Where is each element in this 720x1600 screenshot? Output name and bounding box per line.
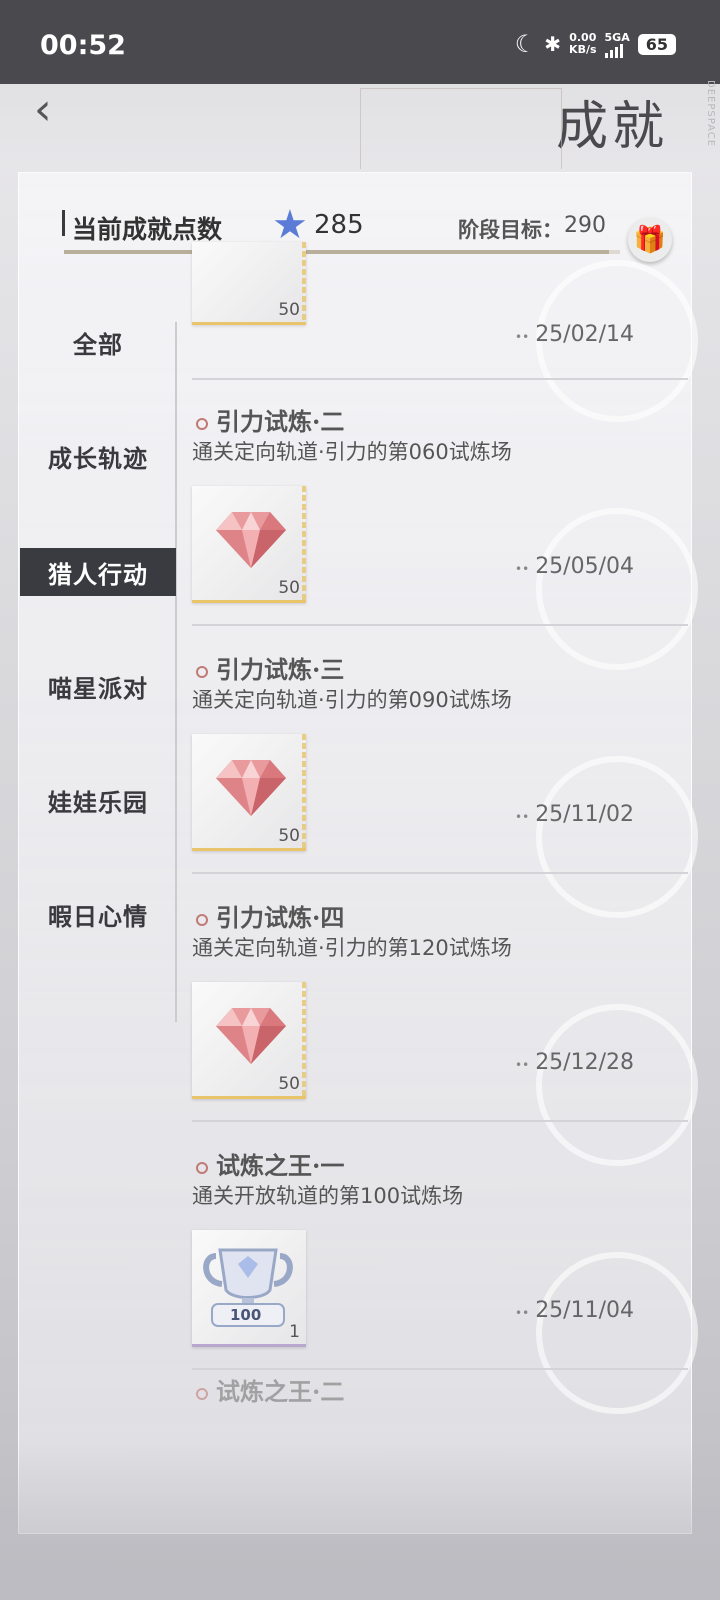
signal-bars-icon [604, 43, 623, 58]
achievement-item: 引力试炼·二 通关定向轨道·引力的第060试炼场 50 •• 25/05/04 [192, 378, 698, 670]
sidebar-item-all[interactable]: 全部 [20, 320, 176, 364]
reward-item[interactable]: 50 [192, 242, 306, 325]
achievement-item: 试炼之王·一 通关开放轨道的第100试炼场 100 1 •• 25/11/04 [192, 1122, 698, 1414]
reward-item[interactable]: 50 [192, 982, 306, 1099]
achievement-title: 引力试炼·三 [196, 650, 344, 685]
achievement-title: 引力试炼·四 [196, 898, 344, 933]
back-button[interactable]: ‹ [34, 84, 52, 135]
sidebar-item-leisure-mood[interactable]: 暇日心情 [20, 824, 176, 1004]
bullet-icon [196, 913, 208, 926]
completion-date: •• 25/05/04 [515, 554, 634, 579]
reward-item[interactable]: 50 [192, 486, 306, 603]
achievement-title-partial: 试炼之王·二 [196, 1372, 344, 1407]
status-bar: 00:52 ☾ ✱ 0.00 KB/s 5GA 65 [0, 0, 720, 84]
chevron-left-icon: ‹ [34, 84, 52, 135]
section-marker [62, 210, 65, 236]
achievement-item: 引力试炼·三 通关定向轨道·引力的第090试炼场 50 •• 25/11/02 [192, 626, 698, 918]
bluetooth-icon: ✱ [544, 32, 562, 56]
status-time: 00:52 [40, 30, 126, 61]
achievement-item: 50 •• 25/02/14 [192, 130, 698, 422]
reward-item[interactable]: 100 1 [192, 1230, 306, 1347]
completion-date: •• 25/11/02 [515, 802, 634, 827]
status-icons: ☾ ✱ 0.00 KB/s 5GA 65 [515, 30, 676, 58]
bullet-icon [196, 1387, 208, 1400]
bullet-icon [196, 665, 208, 678]
category-sidebar: 全部 成长轨迹 猎人行动 喵星派对 娃娃乐园 暇日心情 [20, 320, 176, 1004]
achievement-title: 试炼之王·一 [196, 1146, 344, 1181]
bullet-icon [196, 417, 208, 430]
bottom-fade [0, 1440, 720, 1600]
achievement-desc: 通关定向轨道·引力的第120试炼场 [192, 936, 512, 960]
sidebar-item-meow-party[interactable]: 喵星派对 [20, 596, 176, 776]
signal-indicator: 5GA [604, 31, 630, 58]
sidebar-item-doll-park[interactable]: 娃娃乐园 [20, 776, 176, 824]
net-speed: 0.00 KB/s [569, 31, 597, 56]
completion-date: •• 25/11/04 [515, 1298, 634, 1323]
achievement-desc: 通关定向轨道·引力的第090试炼场 [192, 688, 512, 712]
achievement-title: 引力试炼·二 [196, 402, 344, 437]
bullet-icon [196, 1161, 208, 1174]
reward-item[interactable]: 50 [192, 734, 306, 851]
completion-date: •• 25/12/28 [515, 1050, 634, 1075]
sidebar-item-growth[interactable]: 成长轨迹 [20, 364, 176, 548]
brand-text: DEEPSPACE [705, 80, 716, 148]
sidebar-item-hunter-action[interactable]: 猎人行动 [20, 548, 176, 596]
achievement-desc: 通关定向轨道·引力的第060试炼场 [192, 440, 512, 464]
completion-date: •• 25/02/14 [515, 322, 634, 347]
achievement-desc: 通关开放轨道的第100试炼场 [192, 1184, 464, 1208]
achievement-item: 引力试炼·四 通关定向轨道·引力的第120试炼场 50 •• 25/12/28 [192, 874, 698, 1166]
battery-indicator: 65 [637, 33, 676, 55]
trophy-label: 100 [230, 1306, 262, 1324]
moon-icon: ☾ [514, 30, 537, 58]
completed-check-icon [536, 1252, 698, 1414]
